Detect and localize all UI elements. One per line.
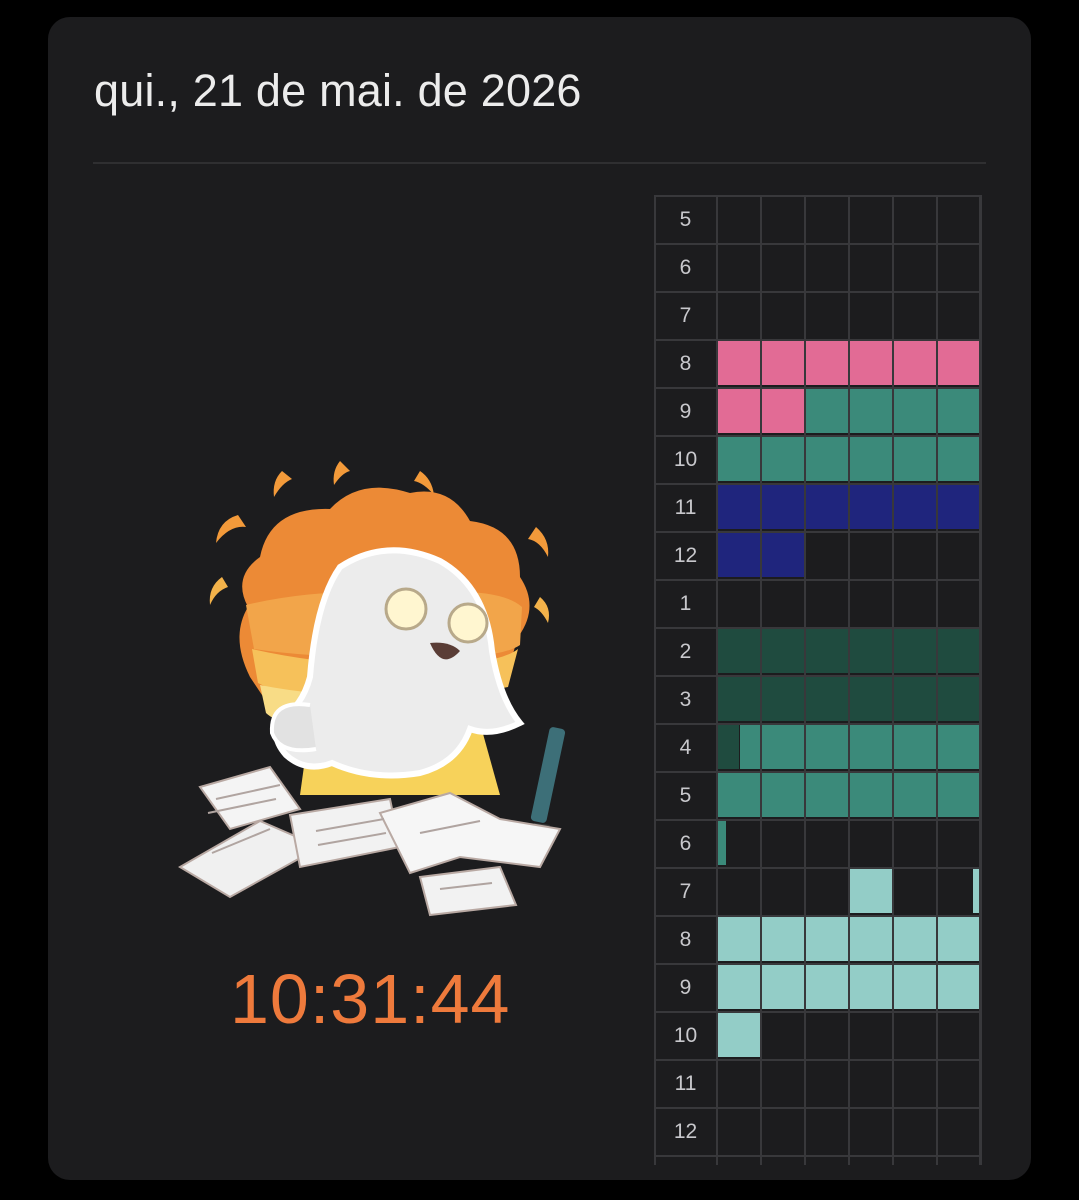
day-card: qui., 21 de mai. de 2026 10:31:44 5 6 7 … xyxy=(48,17,1031,1180)
hour-label: 10 xyxy=(673,448,698,471)
date-title: qui., 21 de mai. de 2026 xyxy=(94,65,582,116)
hour-label: 11 xyxy=(674,1072,697,1095)
hour-label: 5 xyxy=(679,208,692,231)
hour-label: 8 xyxy=(679,352,692,375)
divider xyxy=(93,162,986,164)
hour-label: 12 xyxy=(673,1120,698,1143)
ghost-studying-icon xyxy=(178,461,566,917)
hour-label: 10 xyxy=(673,1024,698,1047)
hour-label: 6 xyxy=(679,256,692,279)
hour-label: 1 xyxy=(679,592,692,615)
hour-label: 2 xyxy=(679,640,692,663)
hour-label: 9 xyxy=(679,976,692,999)
hour-label: 9 xyxy=(679,400,692,423)
hour-label: 11 xyxy=(674,496,697,519)
hour-label: 3 xyxy=(679,688,692,711)
hour-label: 12 xyxy=(673,544,698,567)
hour-label: 6 xyxy=(679,832,692,855)
clock-time: 10:31:44 xyxy=(230,960,511,1038)
hour-label: 4 xyxy=(679,736,692,759)
hourly-schedule-grid: 5 6 7 8 9 10 11 12 1 2 3 4 5 6 7 8 9 10 11 12 xyxy=(654,195,986,1165)
hour-label: 7 xyxy=(679,880,692,903)
hour-label: 5 xyxy=(679,784,692,807)
hour-label: 8 xyxy=(679,928,692,951)
hour-label: 7 xyxy=(679,304,692,327)
hour-labels: 5 6 7 8 9 10 11 12 1 2 3 4 5 6 7 8 9 10 11 12 xyxy=(654,195,717,1165)
